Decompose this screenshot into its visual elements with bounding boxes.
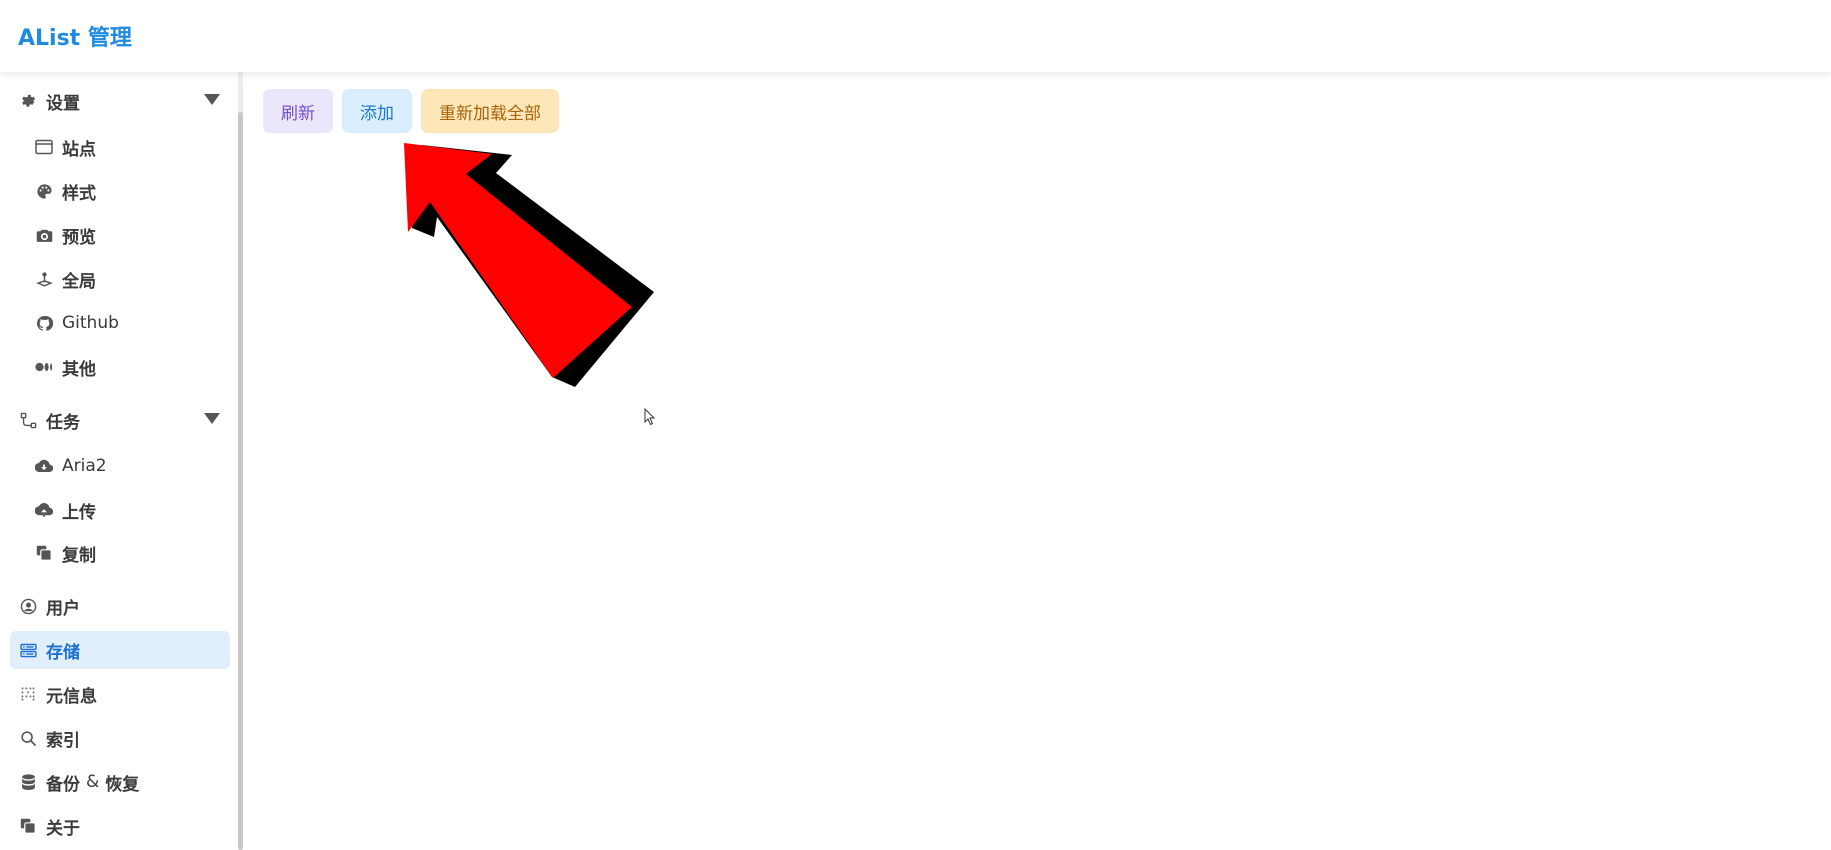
refresh-button[interactable]: 刷新 — [263, 89, 333, 133]
red-arrow-annotation — [404, 143, 654, 387]
flow-icon — [18, 410, 38, 430]
chevron-down-icon[interactable] — [204, 94, 220, 105]
sidebar-item-other[interactable]: 其他 — [10, 348, 230, 386]
search-icon — [18, 728, 38, 748]
sidebar-item-meta[interactable]: 元信息 — [10, 675, 230, 713]
sidebar-item-label: 预览 — [62, 227, 96, 248]
app-title[interactable]: AList 管理 — [18, 20, 132, 52]
sidebar-item-upload[interactable]: 上传 — [10, 491, 230, 529]
sidebar-item-label-2: 恢复 — [105, 774, 140, 795]
joystick-icon — [34, 269, 54, 289]
sidebar-item-github[interactable]: Github — [10, 304, 230, 342]
cloud-upload-icon — [34, 500, 54, 520]
sidebar-item-index[interactable]: 索引 — [10, 719, 230, 757]
sidebar-item-label: 关于 — [46, 818, 80, 839]
sidebar-item-label: Aria2 — [62, 456, 107, 476]
dots-icon — [34, 357, 54, 377]
app-header: AList 管理 — [0, 0, 1831, 72]
database-icon — [18, 772, 38, 792]
sidebar: 设置 站点 样式 预览 全局 Github 其他 任务 Aria2 上传 复制 … — [0, 72, 240, 850]
sidebar-item-label: 索引 — [46, 730, 80, 751]
copy-icon — [34, 543, 54, 563]
sidebar-group-label: 任务 — [46, 412, 80, 433]
add-button[interactable]: 添加 — [342, 89, 412, 133]
meta-icon — [18, 684, 38, 704]
sidebar-item-label: 站点 — [62, 139, 96, 160]
sidebar-scrollbar[interactable] — [238, 112, 243, 850]
sidebar-group-settings[interactable]: 设置 — [10, 82, 230, 120]
sidebar-item-label: 复制 — [62, 545, 96, 566]
sidebar-item-label: 备份 — [46, 774, 80, 795]
sidebar-group-tasks[interactable]: 任务 — [10, 401, 230, 439]
sidebar-item-global[interactable]: 全局 — [10, 260, 230, 298]
chevron-down-icon[interactable] — [204, 413, 220, 424]
sidebar-item-preview[interactable]: 预览 — [10, 216, 230, 254]
sidebar-item-label: 用户 — [46, 598, 80, 619]
sidebar-item-label-amp: & — [86, 772, 100, 792]
storage-toolbar: 刷新 添加 重新加载全部 — [263, 89, 559, 133]
sidebar-item-storage[interactable]: 存储 — [10, 631, 230, 669]
sidebar-item-label: 其他 — [62, 359, 96, 380]
sidebar-item-label: 全局 — [62, 271, 96, 292]
github-icon — [34, 313, 54, 333]
reload-all-button[interactable]: 重新加载全部 — [421, 89, 559, 133]
gear-icon — [18, 91, 38, 111]
mouse-cursor-icon — [644, 408, 656, 426]
sidebar-item-label: 样式 — [62, 183, 96, 204]
sidebar-item-aria2[interactable]: Aria2 — [10, 447, 230, 485]
sidebar-item-label: 元信息 — [46, 686, 97, 707]
camera-icon — [34, 225, 54, 245]
sidebar-item-label: 存储 — [46, 642, 80, 663]
sidebar-item-label: Github — [62, 313, 119, 333]
window-icon — [34, 137, 54, 157]
sidebar-item-copy[interactable]: 复制 — [10, 534, 230, 572]
copy-icon — [18, 816, 38, 836]
sidebar-item-backup-restore[interactable]: 备份 & 恢复 — [10, 763, 230, 801]
palette-icon — [34, 181, 54, 201]
sidebar-item-label: 上传 — [62, 502, 96, 523]
storage-icon — [18, 640, 38, 660]
sidebar-item-site[interactable]: 站点 — [10, 128, 230, 166]
cloud-download-icon — [34, 456, 54, 476]
sidebar-group-label: 设置 — [46, 93, 80, 114]
sidebar-item-users[interactable]: 用户 — [10, 587, 230, 625]
sidebar-item-about[interactable]: 关于 — [10, 807, 230, 845]
sidebar-item-style[interactable]: 样式 — [10, 172, 230, 210]
user-circle-icon — [18, 596, 38, 616]
